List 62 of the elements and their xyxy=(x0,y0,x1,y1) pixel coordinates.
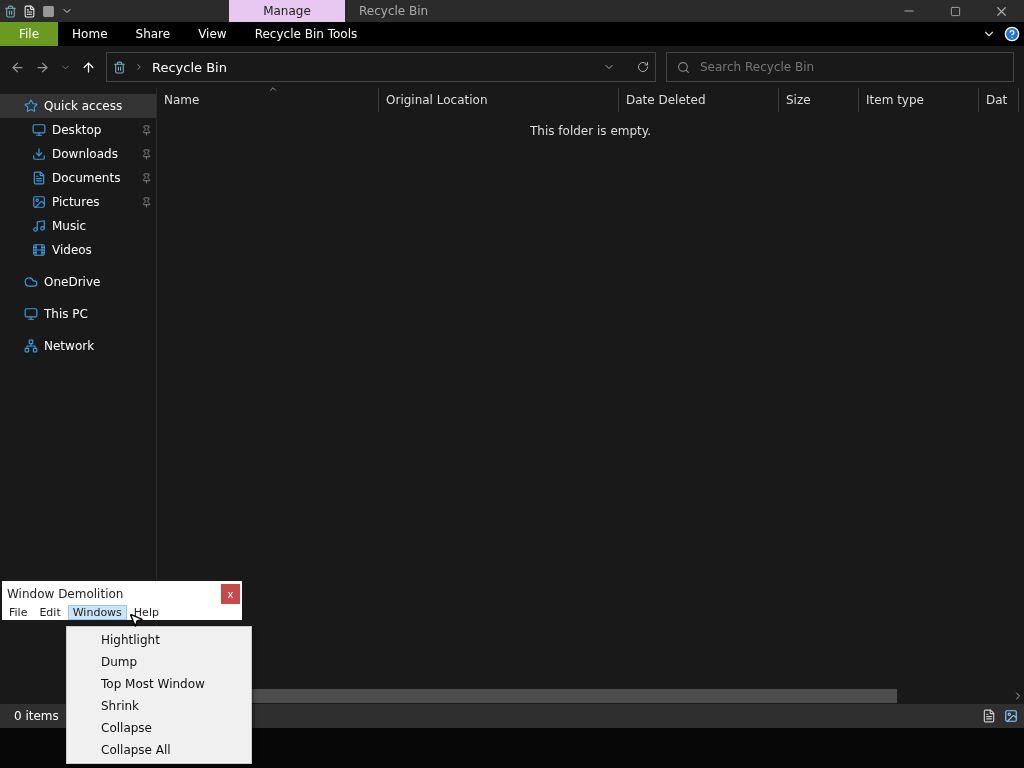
menu-item[interactable]: Windows xyxy=(67,605,127,620)
column-header[interactable]: Dat xyxy=(979,88,1019,112)
column-header[interactable]: Item type xyxy=(859,88,979,112)
menu-option[interactable]: Collapse xyxy=(67,717,251,739)
ribbon-tab[interactable]: View xyxy=(184,22,241,46)
ribbon-tab[interactable]: Home xyxy=(58,22,122,46)
sidebar-item[interactable]: Desktop xyxy=(0,118,156,142)
sort-icon xyxy=(267,84,278,94)
recycle-bin-icon xyxy=(4,4,17,18)
picture-icon xyxy=(32,195,46,209)
sidebar-item[interactable]: Quick access xyxy=(0,94,156,118)
film-icon xyxy=(32,243,46,257)
menu-item[interactable]: File xyxy=(4,605,33,620)
menu-option[interactable]: Collapse All xyxy=(67,739,251,761)
sidebar-item[interactable]: This PC xyxy=(0,302,156,326)
sidebar-item[interactable]: OneDrive xyxy=(0,270,156,294)
help-icon[interactable] xyxy=(1004,26,1020,42)
column-header[interactable]: Name xyxy=(157,88,379,112)
sidebar-item[interactable]: Documents xyxy=(0,166,156,190)
music-note-icon xyxy=(32,219,46,233)
folder-icon[interactable] xyxy=(42,4,55,18)
download-icon xyxy=(32,147,46,161)
search-icon xyxy=(677,60,690,74)
properties-icon[interactable] xyxy=(23,4,36,18)
sidebar-item[interactable]: Music xyxy=(0,214,156,238)
network-icon xyxy=(24,339,38,353)
close-button[interactable]: x xyxy=(221,584,240,604)
ribbon-tab[interactable]: Recycle Bin Tools xyxy=(240,22,372,46)
window-title: Recycle Bin xyxy=(358,4,430,18)
up-icon[interactable] xyxy=(81,59,96,75)
context-tab-label: Manage xyxy=(229,0,345,22)
large-icons-view-icon[interactable] xyxy=(1004,709,1018,723)
recycle-bin-icon xyxy=(113,60,126,74)
star-icon xyxy=(24,99,38,113)
dialog-title: Window Demolition xyxy=(7,587,124,601)
desktop-icon xyxy=(32,123,46,137)
computer-icon xyxy=(24,307,38,321)
sidebar-item[interactable]: Pictures xyxy=(0,190,156,214)
cloud-icon xyxy=(24,275,38,289)
menu-option[interactable]: Top Most Window xyxy=(67,673,251,695)
sidebar-item[interactable]: Network xyxy=(0,334,156,358)
column-header[interactable]: Date Deleted xyxy=(619,88,779,112)
menu-option[interactable]: Dump xyxy=(67,651,251,673)
item-count: 0 items xyxy=(14,709,59,723)
menu-option[interactable]: Hightlight xyxy=(67,629,251,651)
menu-item[interactable]: Edit xyxy=(34,605,66,620)
details-view-icon[interactable] xyxy=(982,709,996,723)
document-icon xyxy=(32,171,46,185)
sidebar-item[interactable]: Videos xyxy=(0,238,156,262)
back-icon[interactable] xyxy=(10,59,25,75)
column-header[interactable]: Original Location xyxy=(379,88,619,112)
refresh-icon[interactable] xyxy=(637,61,649,73)
menu-option[interactable]: Shrink xyxy=(67,695,251,717)
chevron-icon xyxy=(134,62,144,72)
sidebar-item[interactable]: Downloads xyxy=(0,142,156,166)
restore-icon[interactable] xyxy=(949,5,961,17)
address-bar[interactable]: Recycle Bin xyxy=(106,52,656,82)
search-field[interactable]: Search Recycle Bin xyxy=(666,52,1014,82)
forward-icon[interactable] xyxy=(35,59,50,75)
empty-message: This folder is empty. xyxy=(529,124,652,138)
ribbon-tab[interactable]: Share xyxy=(121,22,185,46)
column-header[interactable]: Size xyxy=(779,88,859,112)
